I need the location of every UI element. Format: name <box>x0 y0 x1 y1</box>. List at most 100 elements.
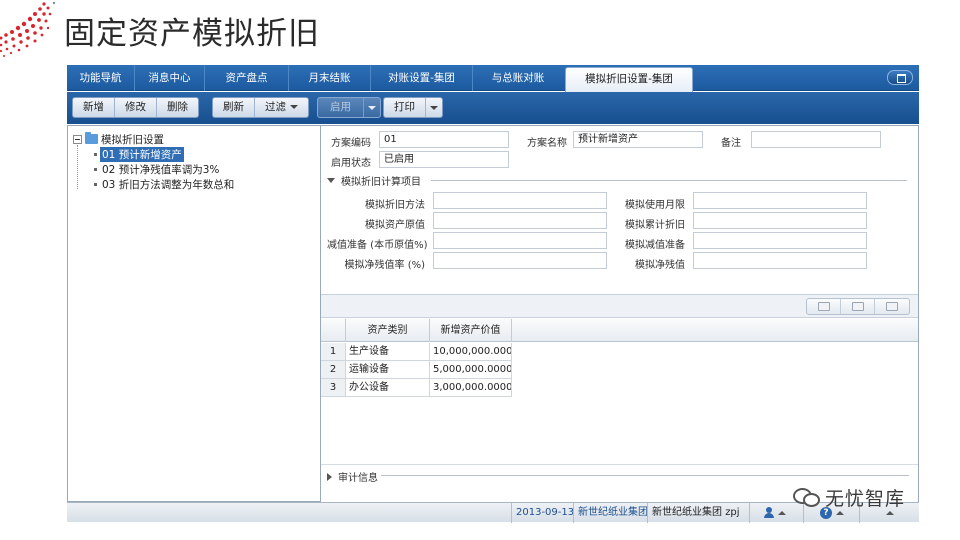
tab-month-end-close[interactable]: 月末结账 <box>289 65 371 91</box>
scheme-detail-panel: 方案编码 01 方案名称 预计新增资产 备注 启用状态 已启用 模拟折旧计算项目… <box>321 125 919 502</box>
residual-rate-label: 模拟净残值率 (%) <box>344 260 425 271</box>
status-user-info: 新世纪纸业集团 zpj <box>647 503 749 523</box>
chevron-down-icon <box>368 106 376 110</box>
section-divider <box>381 475 909 476</box>
value-cell[interactable]: 10,000,000.000... <box>430 343 512 361</box>
row-number: 3 <box>321 379 346 397</box>
impairment-ratio-label: 减值准备 (本币原值%) <box>327 240 428 251</box>
status-label: 启用状态 <box>331 158 371 169</box>
tab-reconcile-ledger[interactable]: 与总账对账 <box>473 65 563 91</box>
tree-item-label: 02 预计净残值率调为3% <box>102 163 220 176</box>
method-field[interactable] <box>433 192 607 209</box>
code-field[interactable]: 01 <box>379 131 509 148</box>
filter-dropdown[interactable]: 过滤 <box>255 98 308 117</box>
accum-dep-label: 模拟累计折旧 <box>625 220 685 231</box>
chevron-down-icon <box>430 106 438 110</box>
enable-dropdown[interactable] <box>364 98 380 117</box>
edit-button[interactable]: 修改 <box>115 98 157 117</box>
enable-button[interactable]: 启用 <box>318 98 364 117</box>
tab-simulated-depreciation[interactable]: 模拟折旧设置-集团 <box>565 67 693 92</box>
filter-label: 过滤 <box>265 101 286 113</box>
chevron-up-icon <box>778 511 786 515</box>
toolbar-view-group: 刷新 过滤 <box>212 97 309 118</box>
method-label: 模拟折旧方法 <box>365 200 425 211</box>
asset-grid: 资产类别 新增资产价值 1 生产设备 10,000,000.000... 2 运… <box>321 319 918 464</box>
slide-title: 固定资产模拟折旧 <box>64 16 320 52</box>
scheme-tree-panel: 模拟折旧设置 01 预计新增资产 02 预计净残值率调为3% 03 折旧方法调整… <box>67 125 321 502</box>
impairment-field[interactable] <box>693 232 867 249</box>
name-label: 方案名称 <box>527 138 567 149</box>
impairment-label: 模拟减值准备 <box>625 240 685 251</box>
life-label: 模拟使用月限 <box>625 200 685 211</box>
accum-dep-field[interactable] <box>693 212 867 229</box>
add-row-icon <box>818 302 830 311</box>
delete-row-icon <box>886 302 898 311</box>
refresh-button[interactable]: 刷新 <box>213 98 255 117</box>
print-button[interactable]: 打印 <box>384 98 426 117</box>
row-number: 2 <box>321 361 346 379</box>
delete-row-button[interactable] <box>875 299 909 314</box>
watermark-text: 无忧智库 <box>825 487 906 510</box>
tab-function-nav[interactable]: 功能导航 <box>67 65 135 91</box>
grid-toolbar <box>321 294 918 318</box>
insert-row-icon <box>852 302 864 311</box>
scheme-form: 方案编码 01 方案名称 预计新增资产 备注 启用状态 已启用 模拟折旧计算项目… <box>321 126 918 294</box>
collapse-icon[interactable] <box>73 134 82 144</box>
chevron-down-icon <box>290 105 298 109</box>
category-cell[interactable]: 运输设备 <box>346 361 430 379</box>
tree-item[interactable]: 01 预计新增资产 <box>94 146 184 162</box>
tab-bar: 功能导航 消息中心 资产盘点 月末结账 对账设置-集团 与总账对账 模拟折旧设置… <box>67 65 919 92</box>
row-actions-group <box>806 298 910 315</box>
tree-item[interactable]: 03 折旧方法调整为年数总和 <box>94 177 236 191</box>
table-row[interactable]: 2 运输设备 5,000,000.0000... <box>321 361 512 379</box>
print-dropdown[interactable] <box>426 98 442 117</box>
window-restore-button[interactable] <box>887 70 913 85</box>
toolbar: 新增 修改 删除 刷新 过滤 启用 打印 <box>67 92 919 124</box>
add-button[interactable]: 新增 <box>73 98 115 117</box>
tab-asset-inventory[interactable]: 资产盘点 <box>205 65 289 91</box>
category-cell[interactable]: 办公设备 <box>346 379 430 397</box>
tab-reconcile-settings[interactable]: 对账设置-集团 <box>371 65 473 91</box>
status-date: 2013-09-13 <box>511 503 578 523</box>
status-org[interactable]: 新世纪纸业集团 <box>573 503 652 523</box>
status-username: zpj <box>725 507 740 518</box>
delete-button[interactable]: 删除 <box>157 98 198 117</box>
audit-section-header[interactable]: 审计信息 <box>327 469 378 484</box>
residual-value-field[interactable] <box>693 252 867 269</box>
tab-message-center[interactable]: 消息中心 <box>135 65 205 91</box>
value-cell[interactable]: 5,000,000.0000... <box>430 361 512 379</box>
insert-row-button[interactable] <box>841 299 875 314</box>
column-header[interactable]: 资产类别 <box>346 319 430 342</box>
residual-value-label: 模拟净残值 <box>635 260 685 271</box>
app-window: 功能导航 消息中心 资产盘点 月末结账 对账设置-集团 与总账对账 模拟折旧设置… <box>67 65 919 523</box>
original-value-field[interactable] <box>433 212 607 229</box>
calc-section-header[interactable]: 模拟折旧计算项目 <box>327 173 421 188</box>
value-cell[interactable]: 3,000,000.0000... <box>430 379 512 397</box>
status-field[interactable]: 已启用 <box>379 151 509 168</box>
table-row[interactable]: 1 生产设备 10,000,000.000... <box>321 343 512 361</box>
name-field[interactable]: 预计新增资产 <box>573 131 703 148</box>
bullet-icon <box>94 152 97 156</box>
original-value-label: 模拟资产原值 <box>365 220 425 231</box>
impairment-ratio-field[interactable] <box>433 232 607 249</box>
folder-icon <box>85 132 98 144</box>
status-bar: 2013-09-13 新世纪纸业集团 新世纪纸业集团 zpj ? <box>67 502 919 523</box>
status-org-user: 新世纪纸业集团 <box>652 507 722 518</box>
remark-field[interactable] <box>751 131 881 148</box>
expand-arrow-icon <box>327 472 332 481</box>
wechat-icon <box>793 486 820 508</box>
tree-root[interactable]: 模拟折旧设置 <box>73 132 164 146</box>
table-row[interactable]: 3 办公设备 3,000,000.0000... <box>321 379 512 397</box>
residual-rate-field[interactable] <box>433 252 607 269</box>
category-cell[interactable]: 生产设备 <box>346 343 430 361</box>
tree-guide-line <box>77 145 78 189</box>
grid-header: 资产类别 新增资产价值 <box>321 319 918 342</box>
code-label: 方案编码 <box>331 138 371 149</box>
row-number-header <box>321 319 346 342</box>
add-row-button[interactable] <box>807 299 841 314</box>
tree-item[interactable]: 02 预计净残值率调为3% <box>94 162 221 176</box>
life-field[interactable] <box>693 192 867 209</box>
calc-section-title: 模拟折旧计算项目 <box>341 177 421 188</box>
column-header[interactable]: 新增资产价值 <box>430 319 512 342</box>
tree-item-label: 01 预计新增资产 <box>100 146 184 162</box>
